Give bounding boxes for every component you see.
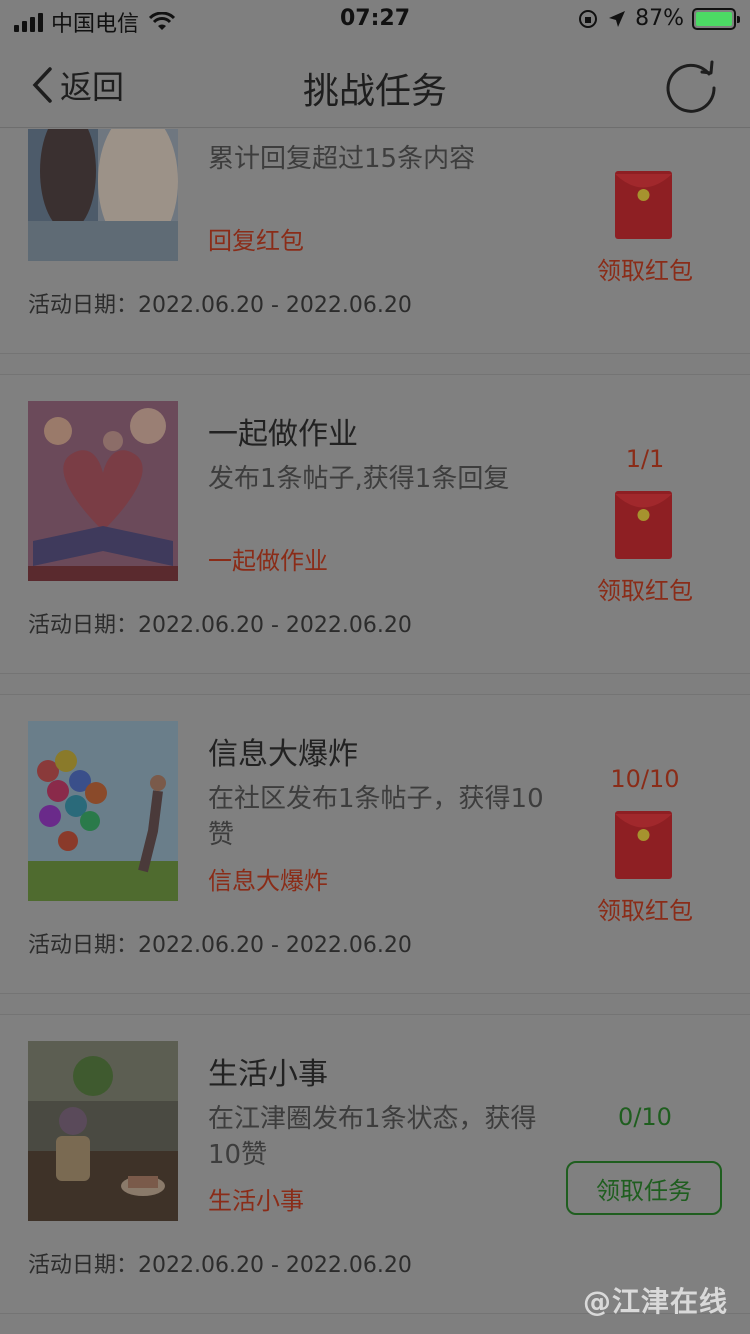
task-thumbnail — [28, 1041, 178, 1221]
task-title: 信息大爆炸 — [208, 737, 358, 772]
task-tag[interactable]: 回复红包 — [208, 221, 304, 256]
task-date: 活动日期：2022.06.20 - 2022.06.20 — [28, 1253, 412, 1278]
book-heart-photo — [28, 401, 178, 581]
task-card: 信息大爆炸 在社区发布1条帖子，获得10赞 信息大爆炸 活动日期：2022.06… — [0, 694, 750, 994]
task-description: 累计回复超过15条内容 — [208, 144, 476, 174]
task-title: 生活小事 — [208, 1057, 328, 1092]
task-date: 活动日期：2022.06.20 - 2022.06.20 — [28, 933, 412, 958]
task-progress: 10/10 — [610, 765, 680, 793]
task-description: 在江津圈发布1条状态，获得10赞 — [208, 1104, 537, 1170]
task-description: 在社区发布1条帖子，获得10赞 — [208, 784, 544, 850]
battery-icon — [692, 7, 740, 30]
task-thumbnail — [28, 721, 178, 901]
red-envelope-icon[interactable] — [615, 811, 672, 879]
refresh-icon[interactable] — [662, 56, 720, 114]
task-description: 发布1条帖子,获得1条回复 — [208, 464, 510, 494]
claim-envelope-button[interactable]: 领取红包 — [560, 251, 730, 286]
task-card: 生活小事 在江津圈发布1条状态，获得10赞 生活小事 活动日期：2022.06.… — [0, 1014, 750, 1314]
task-title: 一起做作业 — [208, 417, 358, 452]
task-thumbnail — [28, 401, 178, 581]
claim-envelope-button[interactable]: 领取红包 — [560, 891, 730, 926]
location-icon — [609, 10, 626, 27]
task-tag[interactable]: 信息大爆炸 — [208, 861, 328, 896]
flowers-cafe-photo — [28, 1041, 178, 1221]
task-date: 活动日期：2022.06.20 - 2022.06.20 — [28, 613, 412, 638]
battery-percent: 87% — [635, 6, 684, 31]
balloons-photo — [28, 721, 178, 901]
people-photo — [28, 129, 178, 261]
task-date: 活动日期：2022.06.20 - 2022.06.20 — [28, 293, 412, 318]
page-title: 挑战任务 — [302, 71, 447, 112]
red-envelope-icon[interactable] — [615, 171, 672, 239]
task-list: 累计回复超过15条内容 回复红包 活动日期：2022.06.20 - 2022.… — [0, 129, 750, 1334]
task-tag[interactable]: 生活小事 — [208, 1181, 304, 1216]
task-card: 累计回复超过15条内容 回复红包 活动日期：2022.06.20 - 2022.… — [0, 129, 750, 354]
task-progress: 0/10 — [618, 1103, 672, 1131]
rotation-lock-icon — [579, 9, 598, 28]
claim-task-button[interactable]: 领取任务 — [566, 1161, 722, 1215]
task-tag[interactable]: 一起做作业 — [208, 541, 328, 576]
watermark: @江津在线 — [582, 1285, 728, 1318]
task-card: 一起做作业 发布1条帖子,获得1条回复 一起做作业 活动日期：2022.06.2… — [0, 374, 750, 674]
task-thumbnail — [28, 129, 178, 261]
nav-bar: 返回 挑战任务 — [0, 40, 750, 128]
status-bar: 中国电信 07:27 87% — [0, 0, 750, 40]
red-envelope-icon[interactable] — [615, 491, 672, 559]
task-progress: 1/1 — [625, 445, 665, 473]
claim-envelope-button[interactable]: 领取红包 — [560, 571, 730, 606]
